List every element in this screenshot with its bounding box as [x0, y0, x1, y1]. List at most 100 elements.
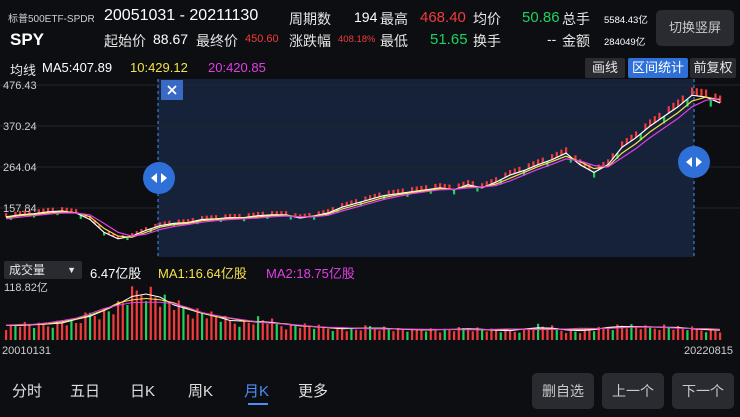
- volume-bar: [238, 326, 241, 340]
- close-selection-button[interactable]: [161, 80, 183, 100]
- volume-bar: [280, 326, 283, 340]
- volume-bar: [607, 328, 610, 340]
- volume-bar: [313, 328, 316, 340]
- volume-row: 6.47亿股 MA1:16.64亿股 MA2:18.75亿股: [0, 260, 740, 281]
- total-hand-value: 5584.43亿: [604, 15, 648, 26]
- volume-bar: [19, 326, 22, 340]
- volume-bar: [415, 329, 418, 340]
- candle-bar: [453, 189, 456, 195]
- selection-region: [158, 79, 694, 257]
- change-value: 408.18%: [338, 34, 376, 45]
- volume-bar: [247, 322, 250, 340]
- volume-bar: [173, 309, 176, 340]
- selection-right-handle[interactable]: [678, 146, 710, 178]
- volume-bar: [546, 329, 549, 340]
- volume-bar: [98, 319, 101, 340]
- remove-favorite-button[interactable]: 删自选: [532, 373, 594, 409]
- volume-bar: [513, 331, 516, 340]
- volume-bar: [159, 306, 162, 340]
- total-hand-label: 总手: [562, 11, 590, 27]
- volume-bar: [47, 326, 50, 340]
- tab-intraday[interactable]: 分时: [12, 380, 42, 401]
- switch-portrait-button[interactable]: 切换竖屏: [656, 10, 734, 46]
- volume-bar: [103, 308, 106, 340]
- turnover-label: 换手: [473, 33, 501, 49]
- volume-bars: [5, 286, 722, 340]
- volume-bar: [560, 330, 563, 340]
- volume-bar: [341, 329, 344, 340]
- kline-chart[interactable]: 476.43 370.24 264.04 157.84: [0, 79, 740, 257]
- volume-bar: [70, 319, 73, 340]
- draw-line-button[interactable]: 画线: [585, 58, 625, 78]
- volume-bar: [182, 307, 185, 340]
- volume-bar: [532, 329, 535, 340]
- volume-bar: [112, 314, 115, 340]
- volume-bar: [686, 330, 689, 340]
- previous-button[interactable]: 上一个: [602, 373, 664, 409]
- volume-bar: [229, 320, 232, 340]
- volume-bar: [719, 332, 722, 340]
- volume-bar: [499, 332, 502, 340]
- volume-bar: [205, 318, 208, 340]
- y-tick-label: 264.04: [3, 162, 37, 174]
- volume-bar: [495, 330, 498, 340]
- ma5-value: MA5:407.89: [42, 60, 113, 75]
- volume-bar: [126, 305, 129, 340]
- volume-bar: [266, 323, 269, 340]
- volume-bar: [411, 328, 414, 340]
- volume-bar: [653, 328, 656, 340]
- volume-bar: [579, 333, 582, 340]
- volume-bar: [131, 286, 134, 340]
- volume-bar: [336, 327, 339, 340]
- volume-bar: [65, 325, 68, 340]
- volume-bar: [569, 329, 572, 340]
- selection-left-handle[interactable]: [143, 162, 175, 194]
- volume-bar: [611, 330, 614, 340]
- drag-arrows-icon: [686, 157, 702, 167]
- ma20-value: 20:420.85: [208, 60, 266, 75]
- volume-bar: [602, 327, 605, 340]
- volume-bar: [187, 314, 190, 340]
- next-button[interactable]: 下一个: [672, 373, 734, 409]
- volume-bar: [523, 328, 526, 340]
- tab-five-day[interactable]: 五日: [70, 380, 100, 401]
- volume-bar: [485, 331, 488, 340]
- volume-bar: [681, 328, 684, 340]
- volume-bar: [420, 330, 423, 340]
- quote-header: 标普500ETF-SPDR SPY 20051031 - 20211130 周期…: [0, 0, 740, 56]
- tab-monthly-k[interactable]: 月K: [244, 380, 269, 401]
- volume-bar: [299, 327, 302, 340]
- volume-bar: [261, 320, 264, 340]
- volume-bar: [51, 327, 54, 340]
- adjust-button[interactable]: 前复权: [690, 58, 736, 78]
- volume-y-tick: 118.82亿: [4, 281, 48, 294]
- drag-arrows-icon: [151, 173, 167, 183]
- y-tick-label: 370.24: [3, 121, 37, 133]
- volume-bar: [448, 329, 451, 340]
- volume-bar: [397, 328, 400, 340]
- volume-bar: [285, 329, 288, 340]
- amount-label: 金额: [562, 33, 590, 49]
- tab-daily-k[interactable]: 日K: [130, 380, 155, 401]
- volume-bar: [191, 318, 194, 340]
- volume-bar: [308, 326, 311, 340]
- ma-label: 均线: [10, 63, 37, 78]
- volume-bar: [434, 330, 437, 340]
- volume-chart[interactable]: 118.82亿: [0, 280, 740, 342]
- volume-bar: [401, 329, 404, 340]
- tab-weekly-k[interactable]: 周K: [188, 380, 213, 401]
- tab-more[interactable]: 更多: [298, 380, 328, 401]
- volume-bar: [201, 312, 204, 340]
- volume-bar: [322, 326, 325, 340]
- volume-bar: [275, 322, 278, 340]
- interval-stats-button[interactable]: 区间统计: [628, 58, 688, 78]
- end-value: 450.60: [245, 33, 279, 45]
- volume-bar: [331, 331, 334, 340]
- volume-bar: [705, 332, 708, 340]
- volume-bar: [145, 301, 148, 340]
- volume-bar: [327, 328, 330, 340]
- periods-value: 194: [354, 9, 378, 25]
- candle-bar: [439, 183, 442, 188]
- volume-bar: [271, 318, 274, 340]
- low-value: 51.65: [430, 31, 468, 48]
